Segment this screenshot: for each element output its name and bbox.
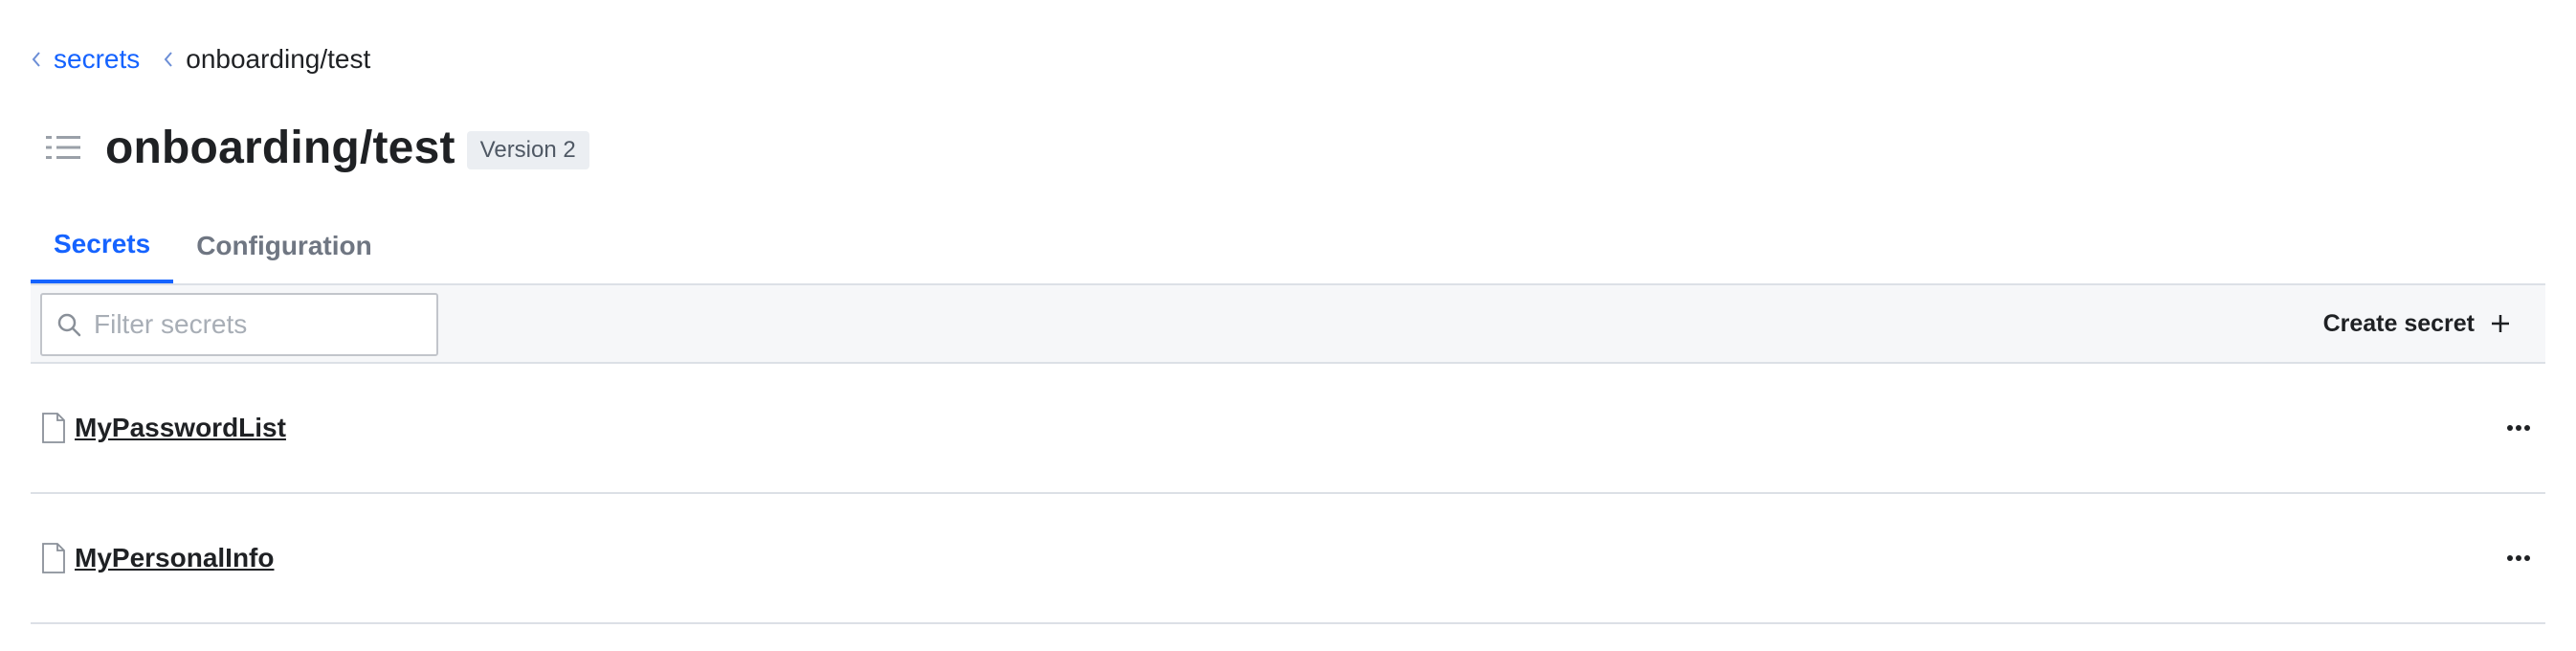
file-icon [40, 412, 67, 444]
secret-link[interactable]: MyPasswordList [75, 413, 286, 443]
breadcrumb-current: onboarding/test [186, 44, 371, 74]
secret-link[interactable]: MyPersonalInfo [75, 543, 274, 573]
page-title: onboarding/test [105, 122, 455, 173]
secrets-list: MyPasswordList MyPersonalInfo [31, 364, 2545, 624]
more-options-icon[interactable] [2501, 411, 2536, 445]
tab-bar: Secrets Configuration [31, 209, 395, 283]
list-icon [42, 130, 84, 165]
list-item[interactable]: MyPersonalInfo [31, 494, 2545, 624]
secrets-engine-page: secrets onboarding/test onboarding/test … [0, 0, 2576, 651]
toolbar: Create secret [31, 283, 2545, 364]
version-badge: Version 2 [466, 131, 589, 169]
breadcrumb: secrets onboarding/test [31, 38, 370, 80]
chevron-left-icon [163, 50, 174, 69]
tab-secrets[interactable]: Secrets [31, 209, 174, 283]
create-secret-button[interactable]: Create secret [2323, 285, 2511, 362]
create-secret-label: Create secret [2322, 309, 2475, 337]
page-header: onboarding/test Version 2 [42, 113, 589, 182]
search-icon [56, 311, 82, 338]
breadcrumb-link-secrets[interactable]: secrets [54, 44, 140, 75]
plus-icon [2490, 313, 2511, 334]
search-box [40, 293, 438, 356]
list-item[interactable]: MyPasswordList [31, 364, 2545, 494]
file-icon [40, 542, 67, 574]
chevron-left-icon [31, 50, 42, 69]
tab-configuration[interactable]: Configuration [173, 209, 395, 283]
search-input[interactable] [92, 308, 421, 341]
more-options-icon[interactable] [2501, 541, 2536, 575]
